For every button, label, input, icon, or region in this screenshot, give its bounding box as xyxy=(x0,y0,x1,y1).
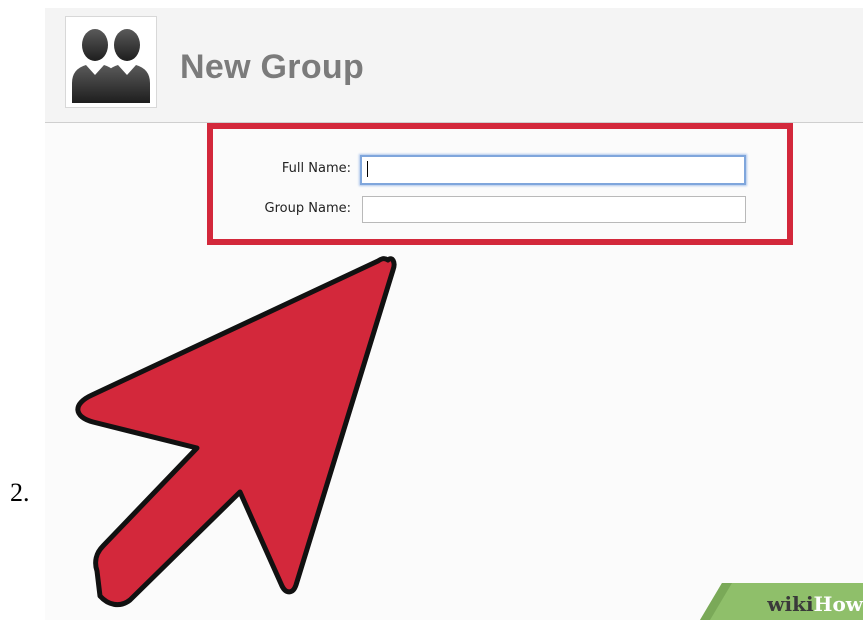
watermark-wiki: wiki xyxy=(767,592,814,616)
pointer-arrow-icon xyxy=(75,256,397,608)
wikihow-watermark: wikiHow xyxy=(700,583,863,620)
watermark-text: wikiHow xyxy=(767,592,863,616)
watermark-how: How xyxy=(813,592,863,616)
